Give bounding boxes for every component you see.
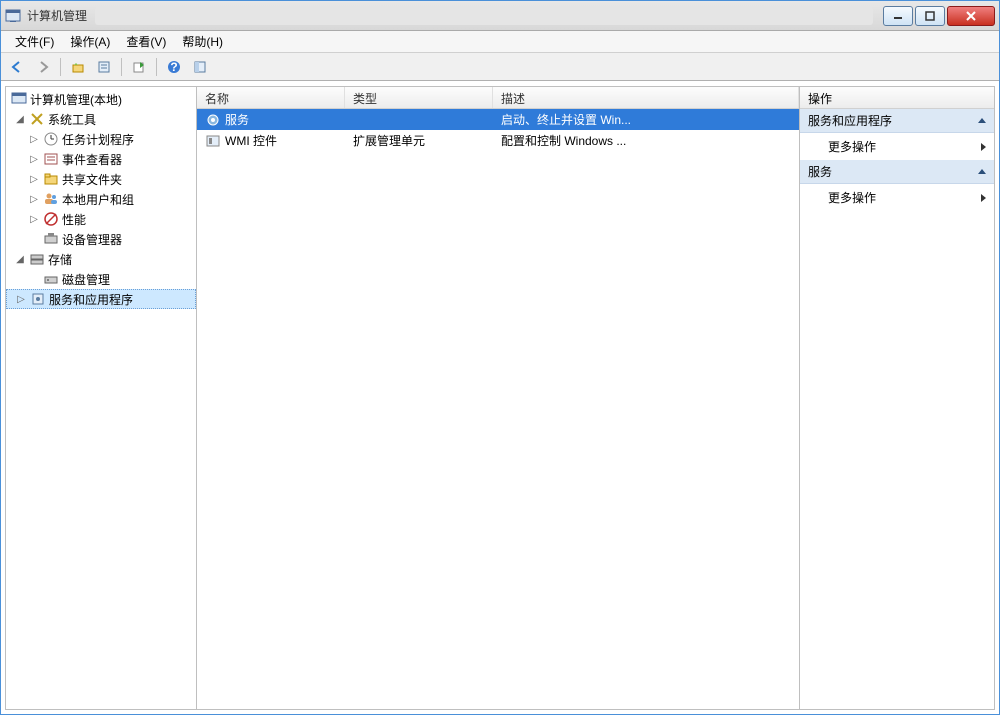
tree-label: 共享文件夹 bbox=[62, 171, 122, 188]
cell-name: 服务 bbox=[225, 111, 249, 128]
group-label: 服务和应用程序 bbox=[808, 112, 892, 129]
gear-icon bbox=[205, 112, 221, 128]
tree-services-apps[interactable]: ▷ 服务和应用程序 bbox=[6, 289, 196, 309]
action-label: 更多操作 bbox=[828, 189, 876, 206]
expand-icon[interactable]: ▷ bbox=[28, 194, 40, 205]
actions-more-2[interactable]: 更多操作 bbox=[800, 184, 994, 211]
toolbar-separator bbox=[121, 58, 122, 76]
cell-desc: 启动、终止并设置 Win... bbox=[493, 111, 799, 128]
tree-label: 系统工具 bbox=[48, 111, 96, 128]
tree-local-users[interactable]: ▷ 本地用户和组 bbox=[6, 189, 196, 209]
group-label: 服务 bbox=[808, 163, 832, 180]
event-icon bbox=[43, 151, 59, 167]
action-label: 更多操作 bbox=[828, 138, 876, 155]
tree-label: 设备管理器 bbox=[62, 231, 122, 248]
maximize-button[interactable] bbox=[915, 6, 945, 26]
tree-disk-management[interactable]: 磁盘管理 bbox=[6, 269, 196, 289]
cell-name: WMI 控件 bbox=[225, 132, 277, 149]
collapse-icon bbox=[978, 169, 986, 174]
toolbar: ? bbox=[1, 53, 999, 81]
column-desc[interactable]: 描述 bbox=[493, 87, 799, 108]
svg-text:?: ? bbox=[170, 60, 177, 74]
minimize-button[interactable] bbox=[883, 6, 913, 26]
toolbar-separator bbox=[60, 58, 61, 76]
tree-event-viewer[interactable]: ▷ 事件查看器 bbox=[6, 149, 196, 169]
actions-group-services[interactable]: 服务 bbox=[800, 160, 994, 184]
tree-root[interactable]: 计算机管理(本地) bbox=[6, 89, 196, 109]
disk-icon bbox=[43, 271, 59, 287]
submenu-icon bbox=[981, 143, 986, 151]
tree-storage[interactable]: ◢ 存储 bbox=[6, 249, 196, 269]
actions-pane: 操作 服务和应用程序 更多操作 服务 更多操作 bbox=[799, 86, 995, 710]
expand-icon[interactable]: ▷ bbox=[28, 174, 40, 185]
tree-label: 磁盘管理 bbox=[62, 271, 110, 288]
window-buttons bbox=[881, 6, 995, 26]
tree-shared-folders[interactable]: ▷ 共享文件夹 bbox=[6, 169, 196, 189]
tree-system-tools[interactable]: ◢ 系统工具 bbox=[6, 109, 196, 129]
list-body: 服务 启动、终止并设置 Win... WMI 控件 扩展管理单元 配置和控制 W… bbox=[197, 109, 799, 151]
services-icon bbox=[30, 291, 46, 307]
list-row-services[interactable]: 服务 启动、终止并设置 Win... bbox=[197, 109, 799, 130]
tree-performance[interactable]: ▷ 性能 bbox=[6, 209, 196, 229]
cell-type: 扩展管理单元 bbox=[345, 132, 493, 149]
folder-icon bbox=[43, 171, 59, 187]
titlebar[interactable]: 计算机管理 bbox=[1, 1, 999, 31]
up-button[interactable] bbox=[66, 56, 90, 78]
tree-device-manager[interactable]: 设备管理器 bbox=[6, 229, 196, 249]
column-name[interactable]: 名称 bbox=[197, 87, 345, 108]
toolbar-separator bbox=[156, 58, 157, 76]
tree: 计算机管理(本地) ◢ 系统工具 ▷ 任务计划程序 ▷ 事件查看器 bbox=[6, 87, 196, 311]
storage-icon bbox=[29, 251, 45, 267]
tree-pane: 计算机管理(本地) ◢ 系统工具 ▷ 任务计划程序 ▷ 事件查看器 bbox=[5, 86, 197, 710]
expand-icon[interactable]: ▷ bbox=[28, 154, 40, 165]
wmi-icon bbox=[205, 133, 221, 149]
performance-icon bbox=[43, 211, 59, 227]
tools-icon bbox=[29, 111, 45, 127]
tree-label: 性能 bbox=[62, 211, 86, 228]
expand-icon[interactable]: ▷ bbox=[28, 214, 40, 225]
refresh-button[interactable] bbox=[127, 56, 151, 78]
actions-more-1[interactable]: 更多操作 bbox=[800, 133, 994, 160]
tree-label: 服务和应用程序 bbox=[49, 291, 133, 308]
tree-label: 存储 bbox=[48, 251, 72, 268]
app-icon bbox=[5, 8, 21, 24]
properties-button[interactable] bbox=[92, 56, 116, 78]
collapse-icon[interactable]: ◢ bbox=[14, 254, 26, 265]
window-title: 计算机管理 bbox=[27, 7, 87, 24]
device-icon bbox=[43, 231, 59, 247]
submenu-icon bbox=[981, 194, 986, 202]
menu-action[interactable]: 操作(A) bbox=[62, 31, 118, 52]
users-icon bbox=[43, 191, 59, 207]
actions-group-services-apps[interactable]: 服务和应用程序 bbox=[800, 109, 994, 133]
cell-desc: 配置和控制 Windows ... bbox=[493, 132, 799, 149]
titlebar-blur bbox=[95, 7, 873, 25]
list-header: 名称 类型 描述 bbox=[197, 87, 799, 109]
computer-icon bbox=[11, 91, 27, 107]
help-button[interactable]: ? bbox=[162, 56, 186, 78]
client-area: 计算机管理(本地) ◢ 系统工具 ▷ 任务计划程序 ▷ 事件查看器 bbox=[1, 81, 999, 714]
expand-icon[interactable]: ▷ bbox=[28, 134, 40, 145]
close-button[interactable] bbox=[947, 6, 995, 26]
forward-button[interactable] bbox=[31, 56, 55, 78]
tree-label: 事件查看器 bbox=[62, 151, 122, 168]
tree-label: 本地用户和组 bbox=[62, 191, 134, 208]
menu-view[interactable]: 查看(V) bbox=[118, 31, 174, 52]
clock-icon bbox=[43, 131, 59, 147]
column-type[interactable]: 类型 bbox=[345, 87, 493, 108]
expand-icon[interactable]: ▷ bbox=[15, 294, 27, 305]
collapse-icon bbox=[978, 118, 986, 123]
back-button[interactable] bbox=[5, 56, 29, 78]
actions-header: 操作 bbox=[800, 87, 994, 109]
tree-label: 任务计划程序 bbox=[62, 131, 134, 148]
list-row-wmi[interactable]: WMI 控件 扩展管理单元 配置和控制 Windows ... bbox=[197, 130, 799, 151]
show-hide-button[interactable] bbox=[188, 56, 212, 78]
menubar: 文件(F) 操作(A) 查看(V) 帮助(H) bbox=[1, 31, 999, 53]
tree-label: 计算机管理(本地) bbox=[30, 91, 122, 108]
list-pane: 名称 类型 描述 服务 启动、终止并设置 Win... WMI 控件 bbox=[197, 86, 799, 710]
tree-task-scheduler[interactable]: ▷ 任务计划程序 bbox=[6, 129, 196, 149]
menu-help[interactable]: 帮助(H) bbox=[174, 31, 231, 52]
window: 计算机管理 文件(F) 操作(A) 查看(V) 帮助(H) ? 计算机 bbox=[0, 0, 1000, 715]
menu-file[interactable]: 文件(F) bbox=[7, 31, 62, 52]
collapse-icon[interactable]: ◢ bbox=[14, 114, 26, 125]
